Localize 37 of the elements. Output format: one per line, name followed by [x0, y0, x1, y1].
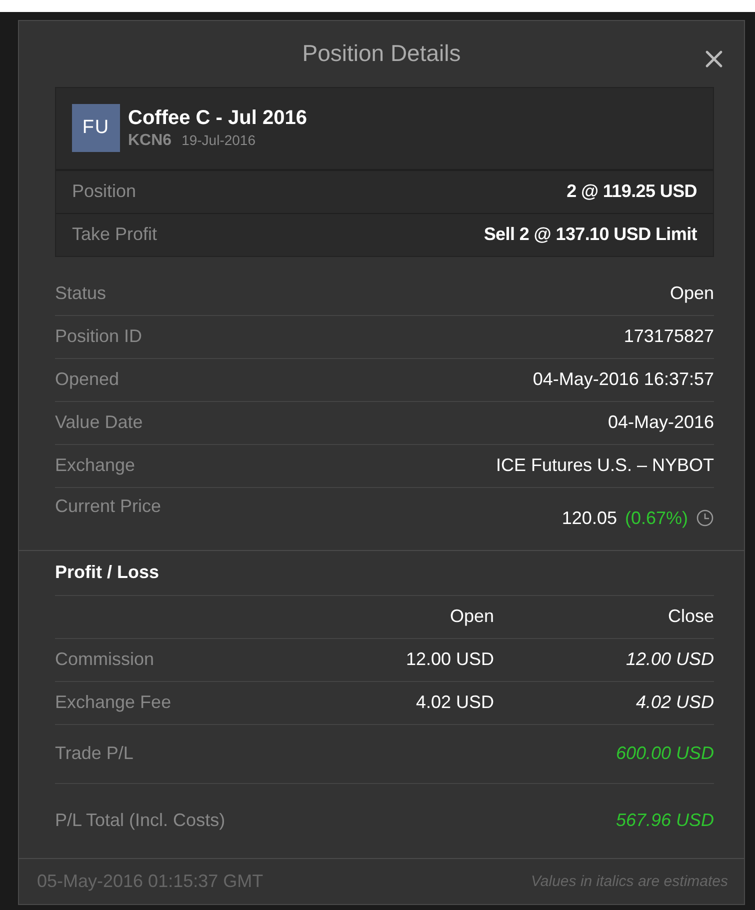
- table-cell-text: 12.00 USD: [404, 649, 494, 670]
- field-label: Exchange: [55, 455, 136, 476]
- column-header: Close: [666, 606, 714, 628]
- expiry-date: 19-Jul-2016: [182, 132, 256, 148]
- table-cell-text: 4.02 USD: [414, 692, 494, 714]
- field-label: P/L Total (Incl. Costs): [55, 810, 226, 832]
- field-label: Trade P/L: [55, 743, 134, 764]
- field-value: 04-May-2016: [608, 412, 714, 434]
- field-value: Open: [670, 283, 714, 304]
- table-cell-text: 4.02 USD: [634, 692, 714, 714]
- table-cell-text: 12.00 USD: [624, 649, 714, 670]
- total-value: 600.00 USD: [616, 743, 714, 764]
- field-value: 04-May-2016 16:37:57: [532, 369, 714, 390]
- field-label: Commission: [55, 649, 156, 670]
- field-value: ICE Futures U.S. – NYBOT: [496, 455, 714, 476]
- instrument-symbol: KCN6: [128, 132, 172, 150]
- field-value: 2 @ 119.25 USD: [566, 181, 697, 202]
- field-label: Opened: [55, 369, 120, 390]
- clock-icon: [696, 509, 714, 528]
- section-heading: Profit / Loss: [55, 550, 714, 596]
- field-label: Position ID: [55, 326, 142, 348]
- total-value: 567.96 USD: [616, 810, 714, 832]
- dialog-title: Position Details: [302, 40, 461, 68]
- instrument-badge: FU: [72, 104, 120, 152]
- field-label: Status: [55, 283, 106, 304]
- field-label: Current Price: [55, 496, 162, 517]
- field-label: Exchange Fee: [55, 692, 172, 714]
- price-value: 120.05: [562, 508, 617, 529]
- field-label: Position: [72, 181, 136, 202]
- field-label: Take Profit: [72, 224, 158, 246]
- field-value: 173175827: [624, 326, 714, 348]
- field-label: Value Date: [55, 412, 143, 434]
- instrument-name: Coffee C - Jul 2016: [128, 106, 307, 130]
- price-change: (0.67%): [624, 508, 688, 529]
- column-header: Open: [448, 606, 494, 628]
- close-icon[interactable]: [704, 49, 724, 69]
- field-value: Sell 2 @ 137.10 USD Limit: [484, 224, 697, 246]
